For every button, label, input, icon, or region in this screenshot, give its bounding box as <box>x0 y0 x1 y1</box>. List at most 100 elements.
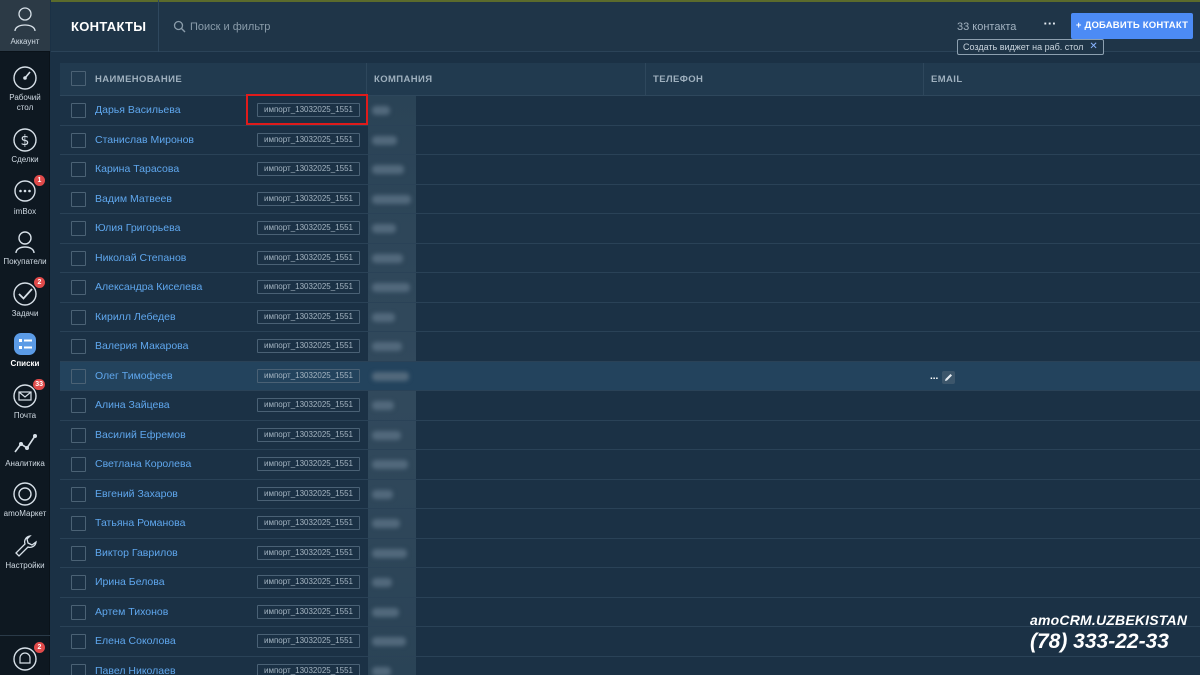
contact-name-link[interactable]: Олег Тимофеев <box>95 370 173 382</box>
contact-name-link[interactable]: Светлана Королева <box>95 458 191 470</box>
table-row[interactable]: Юлия Григорьева импорт_13032025_1551 <box>60 214 1200 244</box>
import-tag[interactable]: импорт_13032025_1551 <box>257 604 360 619</box>
table-row[interactable]: Ирина Белова импорт_13032025_1551 <box>60 568 1200 598</box>
close-icon[interactable]: ✕ <box>1089 40 1097 54</box>
row-checkbox[interactable] <box>71 309 86 325</box>
row-checkbox[interactable] <box>71 162 86 177</box>
sidebar-item-customers[interactable]: Покупатели <box>0 226 50 276</box>
table-row[interactable]: Станислав Миронов импорт_13032025_1551 <box>60 126 1200 155</box>
import-tag[interactable]: импорт_13032025_1551 <box>257 486 360 501</box>
sidebar-item-market[interactable]: amoМаркет <box>0 478 50 528</box>
account-button[interactable]: Аккаунт <box>0 0 50 52</box>
import-tag[interactable]: импорт_13032025_1551 <box>257 250 360 265</box>
row-checkbox[interactable] <box>71 132 86 148</box>
sidebar-item-dashboard[interactable]: Рабочий стол <box>0 62 50 112</box>
import-tag[interactable]: импорт_13032025_1551 <box>257 191 360 206</box>
contact-name-link[interactable]: Елена Соколова <box>95 635 176 647</box>
table-row[interactable]: Артем Тихонов импорт_13032025_1551 <box>60 598 1200 627</box>
import-tag[interactable]: импорт_13032025_1551 <box>257 132 360 147</box>
row-checkbox[interactable] <box>71 427 86 443</box>
row-checkbox[interactable] <box>71 250 86 266</box>
import-tag[interactable]: импорт_13032025_1551 <box>257 221 360 235</box>
table-row[interactable]: Алина Зайцева импорт_13032025_1551 <box>60 391 1200 421</box>
contact-name-link[interactable]: Карина Тарасова <box>95 163 179 175</box>
select-all-checkbox[interactable] <box>71 71 86 86</box>
import-tag[interactable]: импорт_13032025_1551 <box>257 280 360 294</box>
table-row[interactable]: Кирилл Лебедев импорт_13032025_1551 <box>60 303 1200 332</box>
table-row[interactable]: Николай Степанов импорт_13032025_1551 <box>60 244 1200 273</box>
column-header-company[interactable]: КОМПАНИЯ <box>374 63 433 96</box>
contact-name-link[interactable]: Ирина Белова <box>95 576 165 588</box>
row-checkbox[interactable] <box>71 398 86 413</box>
row-more-button[interactable]: ... <box>930 372 938 382</box>
contact-name-link[interactable]: Вадим Матвеев <box>95 193 172 205</box>
row-checkbox[interactable] <box>71 191 86 207</box>
row-checkbox[interactable] <box>71 604 86 620</box>
import-tag[interactable]: импорт_13032025_1551 <box>257 575 360 589</box>
sidebar-item-settings[interactable]: Настройки <box>0 530 50 580</box>
table-row[interactable]: Евгений Захаров импорт_13032025_1551 <box>60 480 1200 509</box>
import-tag[interactable]: импорт_13032025_1551 <box>257 457 360 471</box>
import-tag[interactable]: импорт_13032025_1551 <box>257 427 360 442</box>
sidebar-item-lists[interactable]: Списки <box>0 328 50 378</box>
row-checkbox[interactable] <box>71 663 86 675</box>
sidebar-item-analytics[interactable]: Аналитика <box>0 428 50 478</box>
table-row[interactable]: Олег Тимофеев импорт_13032025_1551... <box>60 361 1200 391</box>
import-tag[interactable]: импорт_13032025_1551 <box>257 309 360 324</box>
contact-name-link[interactable]: Евгений Захаров <box>95 488 178 500</box>
row-checkbox[interactable] <box>71 368 86 384</box>
sidebar-item-deals[interactable]: $ Сделки <box>0 124 50 174</box>
contact-name-link[interactable]: Виктор Гаврилов <box>95 547 178 559</box>
sidebar-item-imbox[interactable]: 1 imBox <box>0 175 50 226</box>
contact-name-link[interactable]: Валерия Макарова <box>95 340 188 352</box>
contact-name-link[interactable]: Юлия Григорьева <box>95 222 180 234</box>
import-tag[interactable]: импорт_13032025_1551 <box>257 663 360 675</box>
table-row[interactable]: Светлана Королева импорт_13032025_1551 <box>60 450 1200 480</box>
contact-name-link[interactable]: Павел Николаев <box>95 665 176 675</box>
row-checkbox[interactable] <box>71 486 86 502</box>
column-header-email[interactable]: EMAIL <box>931 63 963 96</box>
import-tag[interactable]: импорт_13032025_1551 <box>257 516 360 530</box>
contact-name-link[interactable]: Николай Степанов <box>95 252 186 264</box>
column-header-name[interactable]: НАИМЕНОВАНИЕ <box>95 63 182 96</box>
row-checkbox[interactable] <box>71 516 86 531</box>
contact-name-link[interactable]: Алина Зайцева <box>95 399 170 411</box>
sidebar-item-tasks[interactable]: 2 Задачи <box>0 277 50 328</box>
table-row[interactable]: Вадим Матвеев импорт_13032025_1551 <box>60 185 1200 214</box>
row-checkbox[interactable] <box>71 545 86 561</box>
import-tag[interactable]: импорт_13032025_1551 <box>257 339 360 353</box>
import-tag[interactable]: импорт_13032025_1551 <box>257 545 360 560</box>
import-tag[interactable]: импорт_13032025_1551 <box>257 368 360 383</box>
create-widget-link[interactable]: Создать виджет на раб. стол ✕ <box>957 39 1104 55</box>
row-checkbox[interactable] <box>71 339 86 354</box>
import-tag[interactable]: импорт_13032025_1551 <box>257 634 360 648</box>
row-checkbox[interactable] <box>71 634 86 649</box>
contact-name-link[interactable]: Станислав Миронов <box>95 134 194 146</box>
row-checkbox[interactable] <box>71 103 86 118</box>
contact-name-link[interactable]: Александра Киселева <box>95 281 202 293</box>
sidebar-item-mail[interactable]: 33 Почта <box>0 379 50 430</box>
contact-name-link[interactable]: Василий Ефремов <box>95 429 186 441</box>
table-row[interactable]: Виктор Гаврилов импорт_13032025_1551 <box>60 539 1200 568</box>
row-checkbox[interactable] <box>71 221 86 236</box>
table-row[interactable]: Татьяна Романова импорт_13032025_1551 <box>60 509 1200 539</box>
row-checkbox[interactable] <box>71 575 86 590</box>
contact-name-link[interactable]: Татьяна Романова <box>95 517 185 529</box>
row-checkbox[interactable] <box>71 280 86 295</box>
table-row[interactable]: Карина Тарасова импорт_13032025_1551 <box>60 155 1200 185</box>
search-input[interactable] <box>190 16 490 38</box>
table-row[interactable]: Павел Николаев импорт_13032025_1551 <box>60 657 1200 675</box>
table-row[interactable]: Валерия Макарова импорт_13032025_1551 <box>60 332 1200 362</box>
notifications-button[interactable]: 2 <box>0 642 50 675</box>
more-button[interactable]: ··· <box>1034 14 1066 38</box>
add-contact-button[interactable]: + ДОБАВИТЬ КОНТАКТ <box>1071 13 1193 39</box>
row-checkbox[interactable] <box>71 457 86 472</box>
pencil-icon[interactable] <box>942 370 956 384</box>
table-row[interactable]: Александра Киселева импорт_13032025_1551 <box>60 273 1200 303</box>
table-row[interactable]: Василий Ефремов импорт_13032025_1551 <box>60 421 1200 450</box>
contact-name-link[interactable]: Артем Тихонов <box>95 606 168 618</box>
column-header-phone[interactable]: ТЕЛЕФОН <box>653 63 703 96</box>
table-row[interactable]: Дарья Васильева импорт_13032025_1551 <box>60 96 1200 126</box>
import-tag[interactable]: импорт_13032025_1551 <box>257 398 360 412</box>
import-tag[interactable]: импорт_13032025_1551 <box>257 162 360 176</box>
